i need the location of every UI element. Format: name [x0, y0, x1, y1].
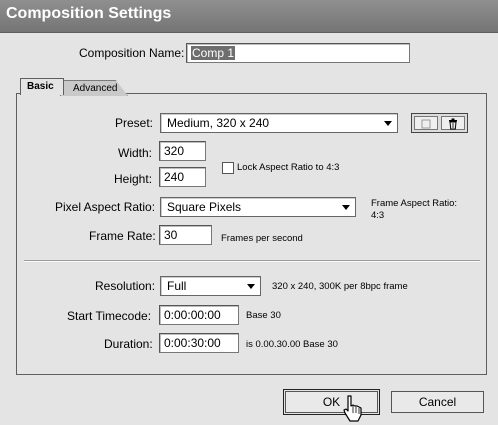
height-value: 240 — [164, 170, 185, 184]
duration-value: 0:00:30:00 — [164, 336, 221, 350]
save-preset-button[interactable] — [414, 116, 438, 130]
start-timecode-base: Base 30 — [246, 310, 281, 321]
preset-dropdown[interactable]: Medium, 320 x 240 — [160, 113, 398, 133]
comp-name-value: Comp 1 — [191, 46, 236, 60]
duration-input[interactable]: 0:00:30:00 — [159, 333, 239, 353]
duration-label: Duration: — [104, 337, 153, 351]
delete-preset-button[interactable] — [441, 116, 465, 130]
cancel-button[interactable]: Cancel — [391, 391, 484, 413]
width-value: 320 — [164, 144, 185, 158]
height-input[interactable]: 240 — [159, 167, 206, 187]
tab-advanced-label: Advanced — [73, 83, 118, 94]
cancel-label: Cancel — [418, 395, 457, 409]
chevron-down-icon — [384, 121, 392, 126]
pixel-aspect-value: Square Pixels — [167, 200, 242, 214]
ok-button[interactable]: OK — [283, 389, 380, 415]
tab-advanced[interactable]: Advanced — [60, 80, 128, 96]
resolution-label: Resolution: — [95, 279, 156, 293]
duration-info: is 0.00.30.00 Base 30 — [246, 339, 338, 350]
title-bar: Composition Settings — [0, 0, 498, 33]
width-label: Width: — [118, 146, 153, 160]
tab-basic[interactable]: Basic — [20, 78, 64, 95]
resolution-dropdown[interactable]: Full — [160, 276, 261, 296]
lock-aspect-checkbox[interactable] — [222, 162, 234, 174]
width-input[interactable]: 320 — [159, 141, 206, 161]
window-title: Composition Settings — [6, 5, 172, 22]
resolution-info: 320 x 240, 300K per 8bpc frame — [272, 281, 408, 292]
preset-value: Medium, 320 x 240 — [167, 116, 270, 130]
chevron-down-icon — [247, 284, 255, 289]
save-preset-icon — [421, 119, 431, 129]
preset-buttons — [411, 113, 468, 133]
ok-label: OK — [322, 395, 341, 409]
frame-rate-unit: Frames per second — [221, 233, 303, 244]
start-timecode-input[interactable]: 0:00:00:00 — [159, 305, 239, 325]
lock-aspect-label: Lock Aspect Ratio to 4:3 — [237, 162, 340, 173]
pixel-aspect-dropdown[interactable]: Square Pixels — [160, 197, 356, 217]
start-timecode-value: 0:00:00:00 — [164, 308, 221, 322]
height-label: Height: — [114, 172, 153, 186]
hand-cursor-icon — [343, 395, 362, 422]
trash-icon — [449, 118, 457, 130]
section-divider — [24, 260, 480, 262]
start-timecode-label: Start Timecode: — [67, 309, 152, 323]
resolution-value: Full — [167, 279, 187, 293]
preset-label: Preset: — [115, 116, 154, 130]
frame-rate-label: Frame Rate: — [89, 229, 156, 243]
frame-aspect-label: Frame Aspect Ratio: — [371, 198, 458, 209]
frame-rate-input[interactable]: 30 — [159, 225, 212, 245]
comp-name-label: Composition Name: — [79, 46, 185, 60]
chevron-down-icon — [342, 205, 350, 210]
frame-rate-value: 30 — [164, 228, 178, 242]
pixel-aspect-label: Pixel Aspect Ratio: — [55, 200, 156, 214]
tab-basic-label: Basic — [27, 81, 54, 92]
frame-aspect-value: 4:3 — [371, 210, 385, 221]
comp-name-input[interactable]: Comp 1 — [186, 43, 410, 63]
